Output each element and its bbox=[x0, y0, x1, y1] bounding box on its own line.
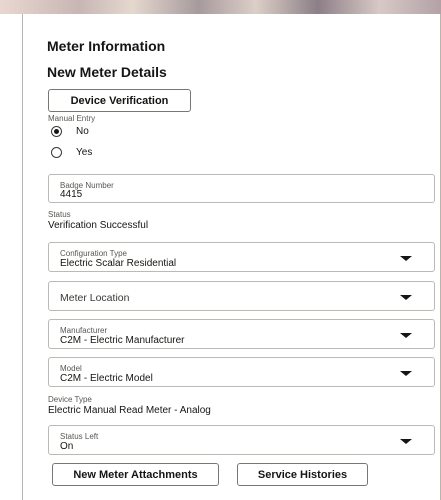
radio-label-yes: Yes bbox=[76, 147, 93, 158]
configuration-type-value: Electric Scalar Residential bbox=[60, 258, 177, 269]
radio-unselected-icon[interactable] bbox=[51, 147, 62, 158]
status-left-value: On bbox=[60, 441, 74, 452]
manual-entry-label: Manual Entry bbox=[48, 114, 96, 123]
device-type-label: Device Type bbox=[48, 395, 92, 404]
manual-entry-option-no[interactable]: No bbox=[51, 126, 89, 137]
status-value: Verification Successful bbox=[48, 220, 149, 231]
model-select[interactable]: Model C2M - Electric Model bbox=[48, 357, 435, 387]
chevron-down-icon[interactable] bbox=[400, 256, 412, 261]
model-value: C2M - Electric Model bbox=[60, 373, 153, 384]
section-title: New Meter Details bbox=[47, 64, 167, 80]
status-left-select[interactable]: Status Left On bbox=[48, 425, 435, 455]
decorative-banner bbox=[0, 0, 441, 14]
manufacturer-select[interactable]: Manufacturer C2M - Electric Manufacturer bbox=[48, 319, 435, 349]
page-title: Meter Information bbox=[47, 38, 166, 54]
model-label: Model bbox=[60, 364, 82, 373]
chevron-down-icon[interactable] bbox=[400, 295, 412, 300]
manual-entry-option-yes[interactable]: Yes bbox=[51, 147, 92, 158]
configuration-type-label: Configuration Type bbox=[60, 249, 128, 258]
device-verification-button[interactable]: Device Verification bbox=[48, 89, 191, 112]
status-left-label: Status Left bbox=[60, 432, 99, 441]
manufacturer-label: Manufacturer bbox=[60, 326, 108, 335]
radio-selected-icon[interactable] bbox=[51, 126, 62, 137]
meter-location-select[interactable]: Meter Location bbox=[48, 281, 435, 311]
configuration-type-select[interactable]: Configuration Type Electric Scalar Resid… bbox=[48, 242, 435, 272]
meter-location-placeholder: Meter Location bbox=[60, 292, 130, 304]
service-histories-button[interactable]: Service Histories bbox=[237, 463, 368, 486]
radio-label-no: No bbox=[76, 126, 89, 137]
badge-number-field[interactable]: Badge Number 4415 bbox=[48, 174, 435, 203]
status-label: Status bbox=[48, 210, 71, 219]
chevron-down-icon[interactable] bbox=[400, 371, 412, 376]
chevron-down-icon[interactable] bbox=[400, 439, 412, 444]
chevron-down-icon[interactable] bbox=[400, 333, 412, 338]
new-meter-attachments-button[interactable]: New Meter Attachments bbox=[52, 463, 219, 486]
manufacturer-value: C2M - Electric Manufacturer bbox=[60, 335, 185, 346]
device-type-value: Electric Manual Read Meter - Analog bbox=[48, 405, 211, 416]
badge-number-value: 4415 bbox=[60, 189, 83, 200]
